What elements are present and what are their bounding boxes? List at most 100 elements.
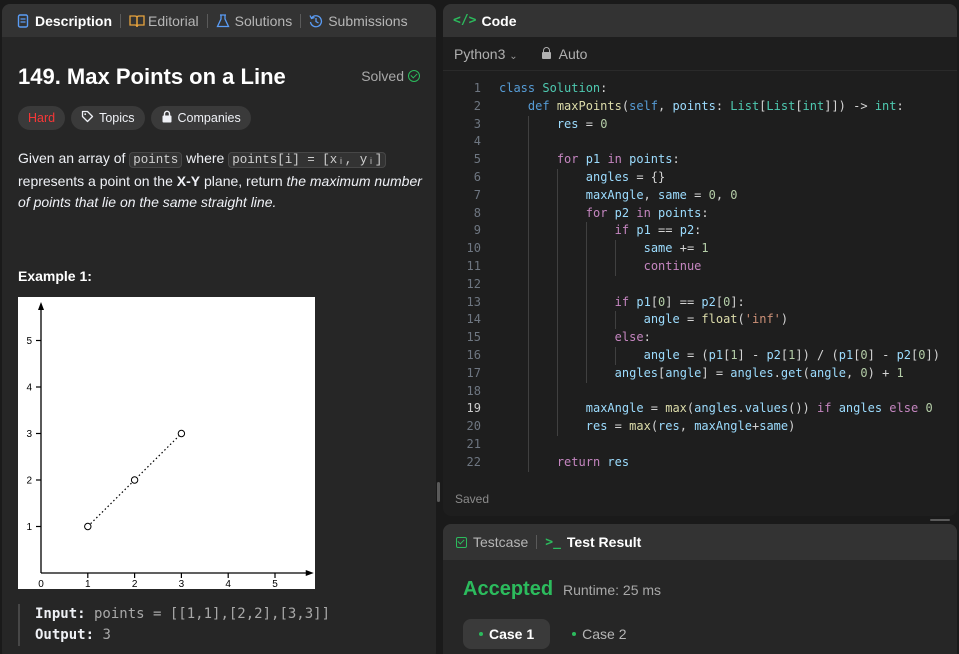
code-text: maxAngle = max(angles.values()) if angle… — [585, 401, 933, 416]
line-number: 11 — [466, 258, 481, 273]
case-2-tab[interactable]: Case 2 — [556, 619, 642, 649]
indent-guide — [614, 240, 616, 258]
tab-testcase-label: Testcase — [473, 534, 529, 550]
line-number: 3 — [473, 116, 481, 131]
indent-guide — [585, 329, 587, 347]
companies-button[interactable]: Companies — [150, 106, 251, 130]
tab-description-label: Description — [35, 12, 113, 29]
code-line[interactable]: 14 angle = float('inf') — [443, 311, 957, 330]
description-icon — [16, 13, 30, 28]
result-tabbar: Testcase >_ Test Result — [443, 524, 957, 560]
indent-guide — [527, 311, 529, 330]
code-line[interactable]: 9 if p1 == p2: — [443, 222, 957, 241]
y-tick-label: 3 — [26, 429, 32, 440]
language-select[interactable]: Python3 ⌄ — [454, 46, 518, 62]
code-text: res = max(res, maxAngle+same) — [585, 419, 796, 434]
line-number: 22 — [466, 454, 481, 469]
topics-button[interactable]: Topics — [71, 106, 145, 130]
tab-test-result[interactable]: >_ Test Result — [545, 534, 641, 550]
tab-divider — [206, 13, 208, 28]
code-line[interactable]: 5 for p1 in points: — [443, 151, 957, 169]
indent-guide — [556, 382, 558, 401]
code-line[interactable]: 6 angles = {} — [443, 168, 957, 187]
code-line[interactable]: 2 def maxPoints(self, points: List[List[i… — [443, 98, 957, 116]
code-line[interactable]: 16 angle = (p1[1] - p2[1]) / (p1[0] - p2[… — [443, 346, 957, 365]
indent-guide — [556, 293, 558, 312]
tab-editorial[interactable]: Editorial — [129, 4, 199, 37]
code-line[interactable]: 15 else: — [443, 329, 957, 347]
tab-solutions[interactable]: Solutions — [216, 4, 293, 37]
indent-guide — [527, 435, 529, 454]
input-label: Input: — [35, 606, 86, 622]
code-text: angles = {} — [585, 169, 666, 184]
status-dot-icon — [572, 632, 577, 636]
indent-guide — [527, 240, 529, 258]
y-tick-label: 1 — [26, 522, 32, 533]
code-line[interactable]: 21 — [443, 435, 957, 454]
line-number: 8 — [473, 205, 481, 220]
panel-resize-handle[interactable] — [437, 482, 440, 502]
indent-guide — [556, 329, 558, 347]
code-line[interactable]: 3 res = 0 — [443, 115, 957, 134]
auto-mode-label[interactable]: Auto — [559, 46, 588, 62]
code-line[interactable]: 13 if p1[0] == p2[0]: — [443, 293, 957, 312]
code-line[interactable]: 7 maxAngle, same = 0, 0 — [443, 186, 957, 205]
indent-guide — [585, 346, 587, 365]
code-line[interactable]: 17 angles[angle] = angles.get(angle, 0) +… — [443, 364, 957, 383]
code-line[interactable]: 4 — [443, 133, 957, 152]
vertical-resize-handle[interactable] — [930, 519, 950, 521]
output-line: Output: 3 — [35, 625, 330, 646]
code-line[interactable]: 19 maxAngle = max(angles.values()) if ang… — [443, 400, 957, 419]
x-tick-label: 2 — [132, 579, 138, 589]
data-point — [177, 429, 186, 438]
tab-solutions-label: Solutions — [234, 12, 293, 29]
code-line[interactable]: 20 res = max(res, maxAngle+same) — [443, 418, 957, 436]
save-status: Saved — [455, 492, 490, 506]
code-editor[interactable]: 1 class Solution: 2 def maxPoints(self, poi… — [443, 80, 957, 472]
desc-text: represents a point on the — [18, 173, 177, 189]
line-number: 1 — [473, 81, 481, 95]
topics-label: Topics — [99, 111, 135, 125]
code-line[interactable]: 12 — [443, 275, 957, 294]
data-point — [84, 522, 92, 531]
indent-guide — [527, 257, 529, 276]
code-line[interactable]: 10 same += 1 — [443, 240, 957, 258]
indent-guide — [585, 257, 587, 276]
indent-guide — [585, 222, 587, 241]
code-panel: </> Code Python3 ⌄ Auto 1 class Solution:… — [443, 4, 957, 516]
indent-guide — [556, 257, 558, 276]
indent-guide — [556, 400, 558, 419]
indent-guide — [556, 168, 558, 187]
x-tick-label: 4 — [225, 579, 231, 589]
tab-testcase[interactable]: Testcase — [456, 534, 528, 550]
code-line[interactable]: 22 return res — [443, 453, 957, 472]
indent-guide — [556, 311, 558, 330]
line-number: 13 — [466, 294, 481, 309]
solved-status: Solved — [361, 68, 420, 84]
line-number: 10 — [466, 241, 481, 256]
tab-divider — [120, 13, 122, 28]
tab-submissions[interactable]: Submissions — [309, 4, 408, 37]
description-tabbar: Description Editorial Solutions Submissi… — [2, 4, 436, 37]
indent-guide — [556, 222, 558, 241]
code-text: res = 0 — [556, 116, 608, 131]
companies-label: Companies — [177, 111, 241, 125]
code-line[interactable]: 11 continue — [443, 257, 957, 276]
case-1-tab[interactable]: Case 1 — [463, 619, 551, 649]
code-text: same += 1 — [643, 241, 709, 256]
indent-guide — [556, 418, 558, 436]
problem-description: Given an array of points where points[i]… — [18, 148, 428, 213]
y-tick-label: 2 — [26, 476, 32, 487]
line-number: 17 — [466, 365, 481, 380]
x-tick-label: 1 — [85, 579, 91, 589]
inline-code: points — [129, 152, 183, 168]
desc-bold: X-Y — [176, 173, 201, 189]
code-line[interactable]: 18 — [443, 382, 957, 401]
indent-guide — [556, 364, 558, 383]
problem-title[interactable]: 149. Max Points on a Line — [18, 64, 286, 90]
indent-guide — [585, 275, 587, 294]
input-value: points = [[1,1],[2,2],[3,3]] — [85, 606, 331, 622]
code-line[interactable]: 1 class Solution: — [443, 80, 957, 98]
code-line[interactable]: 8 for p2 in points: — [443, 204, 957, 223]
tab-description[interactable]: Description — [16, 4, 112, 37]
